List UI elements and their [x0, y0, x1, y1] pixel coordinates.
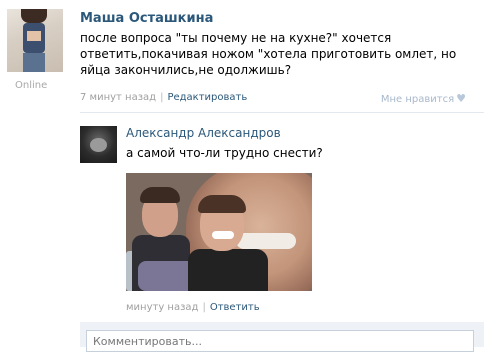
like-button[interactable]: Мне нравится ♥: [381, 92, 466, 105]
post-text: после вопроса "ты почему не на кухне?" х…: [80, 30, 480, 78]
post-text-line: ответить,покачивая ножом "хотела пригото…: [80, 47, 457, 61]
meta-separator: |: [202, 302, 206, 313]
post-text-line: после вопроса "ты почему не на кухне?" х…: [80, 31, 392, 45]
like-label: Мне нравится: [380, 94, 455, 105]
comment-area: [80, 322, 484, 352]
meta-separator: |: [160, 92, 164, 103]
post-meta: 7 минут назад | Редактировать: [80, 92, 247, 103]
reply-answer-link[interactable]: Ответить: [210, 302, 260, 313]
post-time[interactable]: 7 минут назад: [80, 92, 156, 103]
author-avatar[interactable]: [7, 9, 63, 72]
online-status: Online: [15, 80, 48, 91]
divider: [80, 112, 484, 113]
reply-meta: минуту назад | Ответить: [126, 302, 260, 313]
reply-text: а самой что-ли трудно снести?: [126, 146, 323, 160]
reply-time[interactable]: минуту назад: [126, 302, 198, 313]
reply-author-name[interactable]: Александр Александров: [126, 126, 281, 140]
post-text-line: яйца закончились,не одолжишь?: [80, 63, 292, 77]
post-author-name[interactable]: Маша Осташкина: [80, 11, 213, 26]
reply-attached-photo[interactable]: [126, 173, 312, 291]
heart-icon: ♥: [456, 92, 466, 105]
comment-input[interactable]: [86, 330, 474, 352]
edit-link[interactable]: Редактировать: [167, 92, 247, 103]
reply-author-avatar[interactable]: [80, 126, 117, 163]
